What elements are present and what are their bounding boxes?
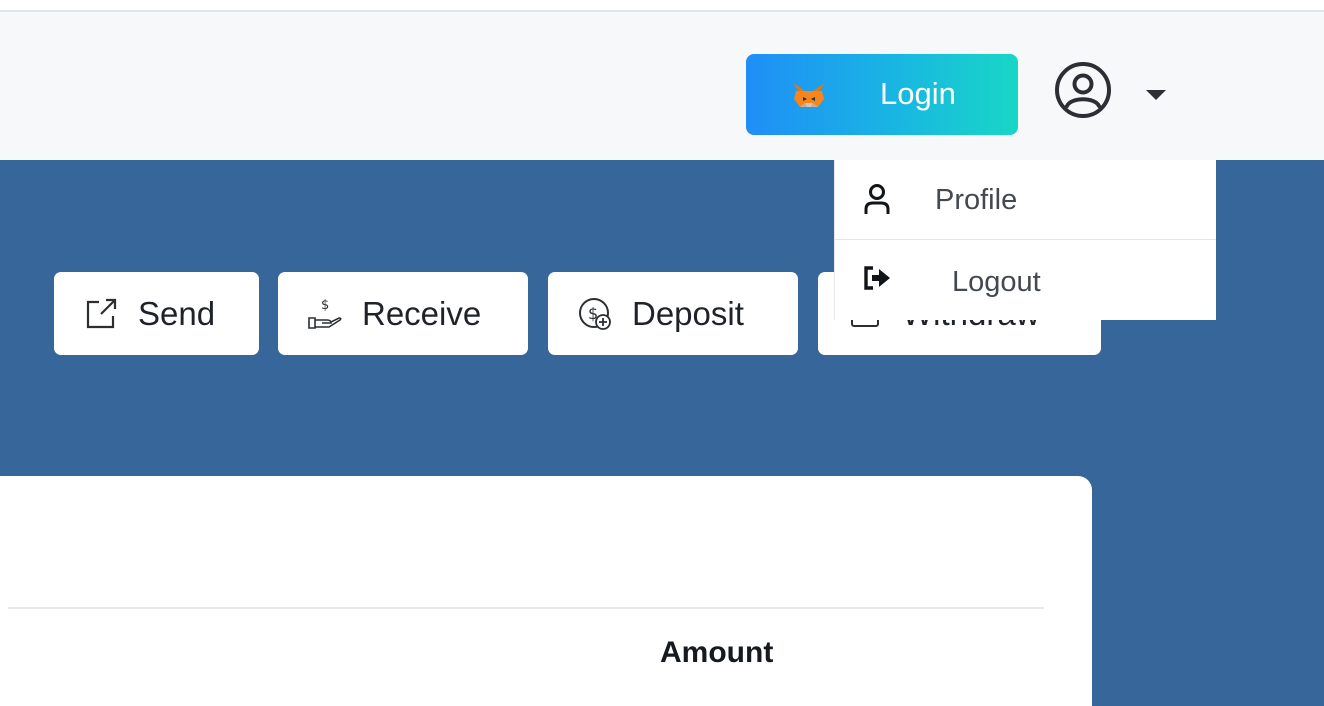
caret-down-icon <box>1146 90 1166 100</box>
user-menu-toggle[interactable] <box>1053 60 1183 124</box>
hand-dollar-icon: $ <box>306 295 344 333</box>
menu-item-logout[interactable]: Logout <box>835 240 1216 320</box>
user-icon <box>864 184 890 214</box>
column-header-amount: Amount <box>660 636 774 669</box>
sign-out-icon <box>864 266 890 290</box>
deposit-label: Deposit <box>632 294 744 332</box>
svg-text:$: $ <box>321 298 329 313</box>
receive-button[interactable]: $ Receive <box>278 272 528 355</box>
coin-plus-icon: $ <box>576 295 614 333</box>
user-circle-icon <box>1055 62 1111 118</box>
menu-item-profile[interactable]: Profile <box>835 160 1216 240</box>
metamask-fox-icon <box>793 83 825 107</box>
transactions-card: Amount <box>0 476 1092 706</box>
external-link-icon <box>82 295 120 333</box>
profile-label: Profile <box>935 184 1018 216</box>
user-dropdown-menu: Profile Logout <box>834 160 1216 320</box>
top-border <box>0 0 1324 10</box>
send-button[interactable]: Send <box>54 272 259 355</box>
top-navbar: Login <box>0 10 1324 160</box>
receive-label: Receive <box>362 294 482 332</box>
login-button[interactable]: Login <box>746 54 1018 135</box>
send-label: Send <box>138 294 216 332</box>
deposit-button[interactable]: $ Deposit <box>548 272 798 355</box>
login-label: Login <box>880 76 956 111</box>
table-header-divider <box>8 607 1044 609</box>
logout-label: Logout <box>952 266 1041 298</box>
